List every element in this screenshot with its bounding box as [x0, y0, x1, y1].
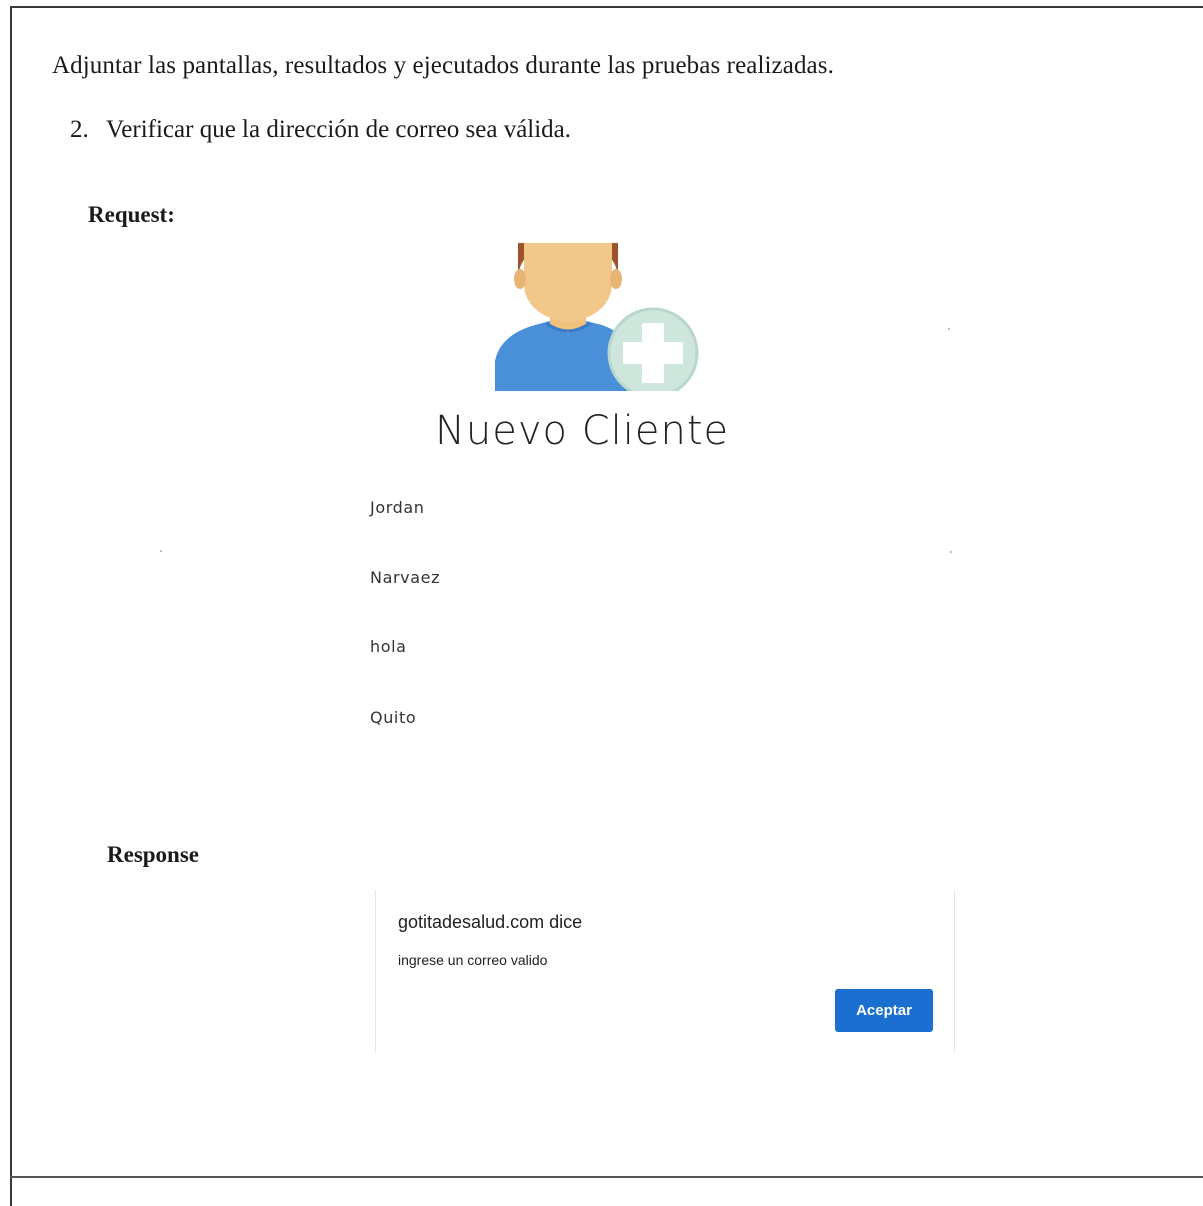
last-name-field[interactable]: Narvaez	[370, 568, 440, 587]
accept-button[interactable]: Aceptar	[835, 989, 933, 1032]
user-add-icon	[490, 243, 700, 399]
response-label: Response	[107, 842, 200, 867]
first-name-field[interactable]: Jordan	[370, 498, 425, 517]
step-number: 2.	[70, 116, 89, 143]
step-text: Verificar que la dirección de correo sea…	[106, 116, 572, 143]
dialog-message: ingrese un correo valido	[398, 952, 548, 968]
alert-dialog: gotitadesalud.com dice ingrese un correo…	[375, 890, 955, 1052]
scan-speck	[948, 328, 950, 330]
form-title: Nuevo Cliente	[435, 408, 730, 454]
dialog-title: gotitadesalud.com dice	[398, 912, 583, 932]
scan-speck	[160, 550, 162, 552]
step-item: 2. Verificar que la dirección de correo s…	[70, 116, 571, 144]
city-field[interactable]: Quito	[370, 708, 416, 727]
intro-text: Adjuntar las pantallas, resultados y eje…	[52, 52, 834, 79]
email-field[interactable]: hola	[370, 637, 407, 656]
scan-speck	[950, 551, 952, 553]
request-label: Request:	[88, 202, 175, 227]
page-bottom-border	[10, 1176, 1203, 1178]
